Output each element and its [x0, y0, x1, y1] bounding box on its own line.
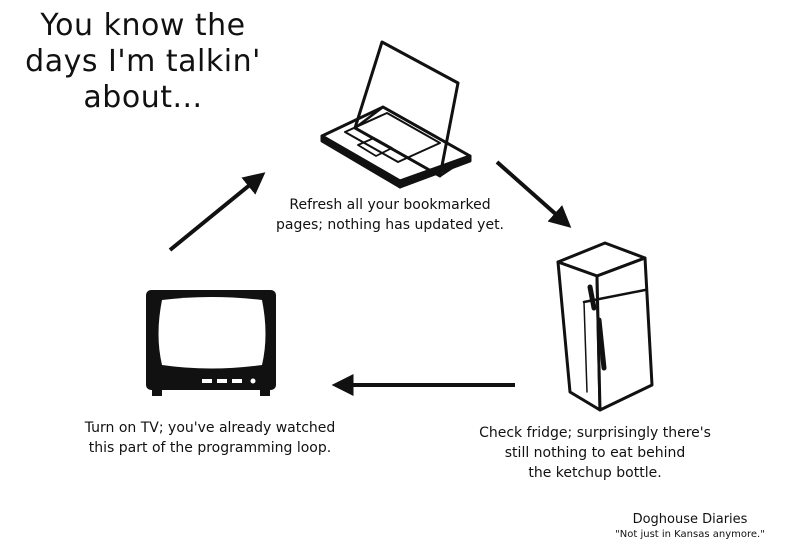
credit-tagline: "Not just in Kansas anymore." [615, 529, 765, 540]
caption-line: the ketchup bottle. [528, 465, 662, 481]
tv-icon [146, 290, 276, 396]
caption-laptop: Refresh all your bookmarked pages; nothi… [260, 195, 520, 235]
credit: Doghouse Diaries "Not just in Kansas any… [590, 512, 790, 541]
credit-name: Doghouse Diaries [632, 512, 748, 527]
arrow-tv-to-laptop [168, 172, 266, 252]
caption-line: Refresh all your bookmarked [289, 197, 491, 213]
caption-line: still nothing to eat behind [504, 445, 686, 461]
caption-line: this part of the programming loop. [88, 440, 332, 456]
caption-fridge: Check fridge; surprisingly there's still… [470, 423, 720, 483]
caption-tv: Turn on TV; you've already watched this … [70, 418, 350, 458]
caption-line: pages; nothing has updated yet. [275, 217, 505, 233]
fridge-icon [556, 241, 654, 412]
caption-line: Turn on TV; you've already watched [84, 420, 336, 436]
caption-line: Check fridge; surprisingly there's [479, 425, 711, 441]
laptop-icon [320, 40, 472, 189]
